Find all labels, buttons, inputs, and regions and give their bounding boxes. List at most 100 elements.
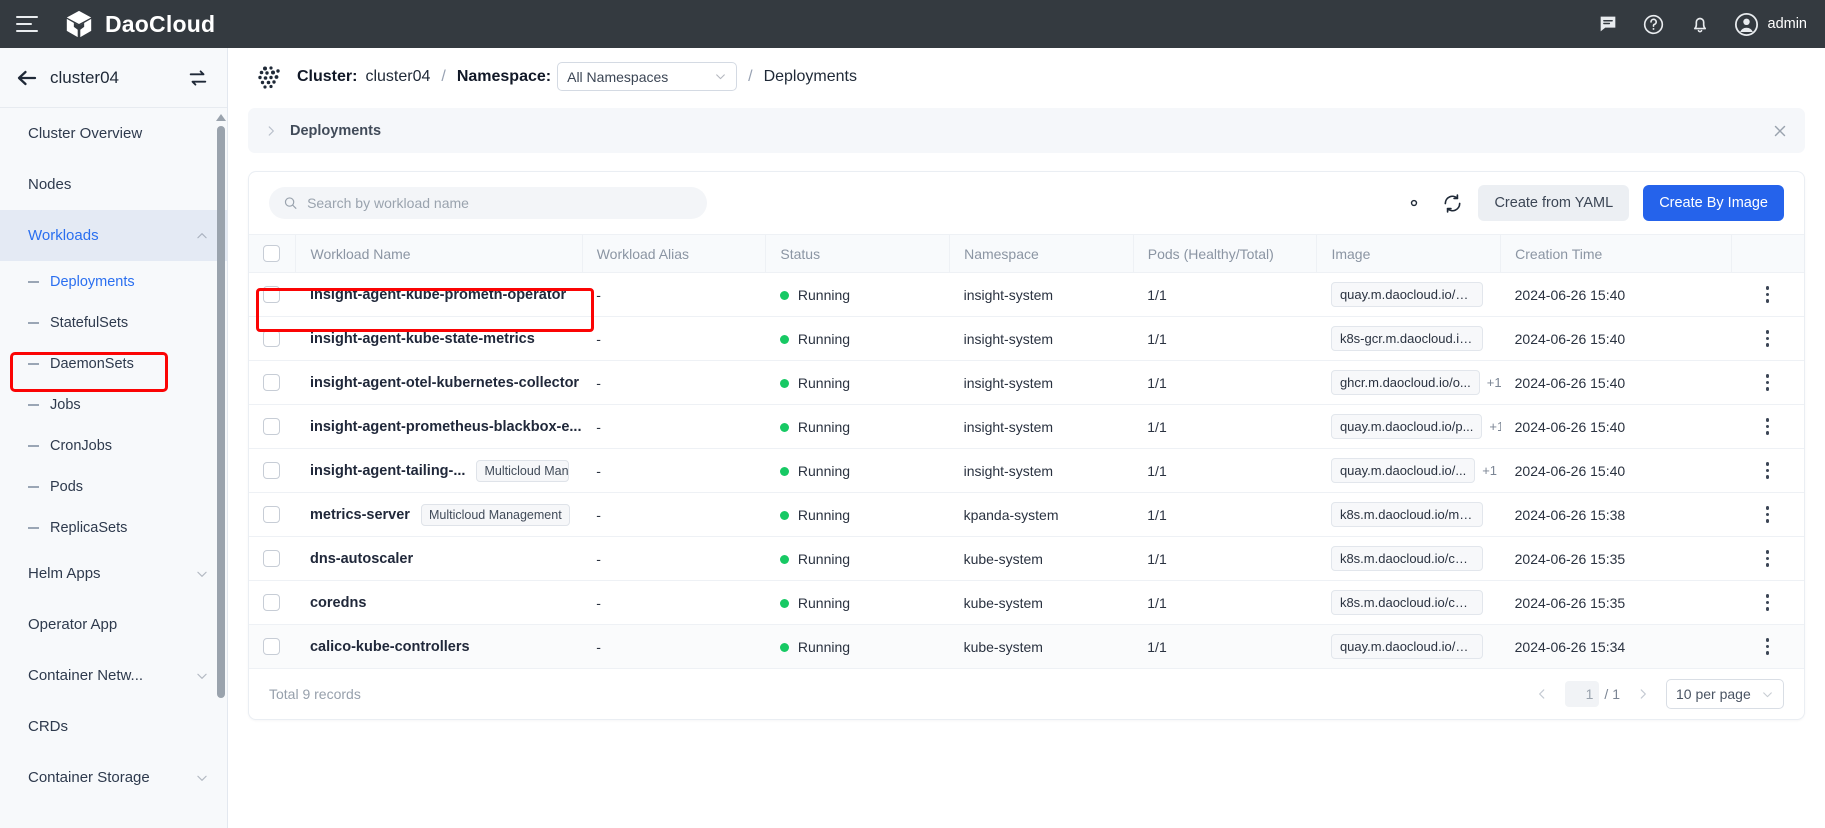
image-chip[interactable]: quay.m.daocloud.io/p...: [1331, 414, 1482, 439]
table-row[interactable]: insight-agent-prometheus-blackbox-e...-R…: [249, 405, 1804, 449]
workload-name-link[interactable]: insight-agent-otel-kubernetes-collector: [310, 375, 579, 391]
row-checkbox[interactable]: [263, 418, 280, 435]
row-select-cell: [249, 625, 296, 669]
sidebar-item-deployments[interactable]: Deployments: [0, 261, 227, 302]
sidebar-item-statefulsets[interactable]: StatefulSets: [0, 302, 227, 343]
chevron-down-icon: [1761, 688, 1774, 701]
column-image[interactable]: Image: [1317, 235, 1501, 273]
kubernetes-cluster-icon: [256, 63, 284, 91]
row-actions-menu-icon[interactable]: [1745, 550, 1790, 567]
image-chip[interactable]: quay.m.daocloud.io/calic...: [1331, 634, 1483, 659]
row-actions-menu-icon[interactable]: [1745, 418, 1790, 435]
sidebar-item-replicasets[interactable]: ReplicaSets: [0, 507, 227, 548]
sidebar-item-jobs[interactable]: Jobs: [0, 384, 227, 425]
row-actions-menu-icon[interactable]: [1745, 374, 1790, 391]
row-checkbox[interactable]: [263, 594, 280, 611]
sidebar-item-container-network[interactable]: Container Netw...: [0, 650, 227, 701]
workload-name-link[interactable]: insight-agent-kube-state-metrics: [310, 331, 535, 347]
sidebar-item-operator-app[interactable]: Operator App: [0, 599, 227, 650]
sidebar-scrollbar[interactable]: [216, 114, 225, 814]
image-chip[interactable]: k8s.m.daocloud.io/cpa/cl...: [1331, 546, 1483, 571]
column-pods[interactable]: Pods (Healthy/Total): [1133, 235, 1317, 273]
row-checkbox[interactable]: [263, 286, 280, 303]
column-creation-time[interactable]: Creation Time: [1501, 235, 1732, 273]
image-chip[interactable]: quay.m.daocloud.io/pro...: [1331, 282, 1483, 307]
workload-name-link[interactable]: insight-agent-prometheus-blackbox-e...: [310, 419, 582, 435]
row-checkbox[interactable]: [263, 638, 280, 655]
sidebar-item-cluster-overview[interactable]: Cluster Overview: [0, 108, 227, 159]
image-chip[interactable]: k8s.m.daocloud.io/cored...: [1331, 590, 1483, 615]
column-namespace[interactable]: Namespace: [950, 235, 1134, 273]
row-actions-menu-icon[interactable]: [1745, 594, 1790, 611]
sidebar-item-crds[interactable]: CRDs: [0, 701, 227, 752]
message-icon[interactable]: [1596, 12, 1620, 36]
select-all-checkbox[interactable]: [263, 245, 280, 262]
row-actions-menu-icon[interactable]: [1745, 286, 1790, 303]
row-actions-menu-icon[interactable]: [1745, 462, 1790, 479]
table-row[interactable]: dns-autoscaler-Runningkube-system1/1k8s.…: [249, 537, 1804, 581]
sidebar-item-daemonsets[interactable]: DaemonSets: [0, 343, 227, 384]
column-workload-name[interactable]: Workload Name: [296, 235, 582, 273]
column-workload-alias[interactable]: Workload Alias: [582, 235, 766, 273]
sidebar-item-workloads[interactable]: Workloads: [0, 210, 227, 261]
row-checkbox[interactable]: [263, 550, 280, 567]
workload-name-link[interactable]: coredns: [310, 595, 366, 611]
namespace-select[interactable]: All Namespaces: [557, 62, 737, 91]
create-from-yaml-button[interactable]: Create from YAML: [1478, 185, 1629, 221]
status-label: Running: [798, 419, 850, 435]
workload-name-link[interactable]: calico-kube-controllers: [310, 639, 470, 655]
create-by-image-button[interactable]: Create By Image: [1643, 185, 1784, 221]
table-row[interactable]: coredns-Runningkube-system1/1k8s.m.daocl…: [249, 581, 1804, 625]
row-actions-menu-icon[interactable]: [1745, 330, 1790, 347]
table-row[interactable]: insight-agent-kube-prometh-operator-Runn…: [249, 273, 1804, 317]
user-menu[interactable]: admin: [1734, 12, 1808, 37]
scroll-up-arrow-icon[interactable]: [216, 114, 226, 121]
table-row[interactable]: insight-agent-kube-state-metrics-Running…: [249, 317, 1804, 361]
hamburger-menu-icon[interactable]: [16, 16, 38, 32]
image-chip[interactable]: k8s-gcr.m.daocloud.io/k...: [1331, 326, 1483, 351]
bell-icon[interactable]: [1688, 12, 1712, 36]
back-arrow-icon[interactable]: [14, 66, 40, 90]
column-status[interactable]: Status: [766, 235, 950, 273]
status-dot-icon: [780, 555, 789, 564]
search-box[interactable]: [269, 187, 707, 219]
sidebar-item-pods[interactable]: Pods: [0, 466, 227, 507]
refresh-icon[interactable]: [1440, 191, 1464, 215]
cell-creation-time: 2024-06-26 15:40: [1501, 361, 1732, 405]
gear-icon[interactable]: [1402, 191, 1426, 215]
row-checkbox[interactable]: [263, 374, 280, 391]
workload-name-link[interactable]: insight-agent-tailing-...: [310, 463, 465, 479]
sidebar-item-helm-apps[interactable]: Helm Apps: [0, 548, 227, 599]
table-row[interactable]: metrics-serverMulticloud Management-Runn…: [249, 493, 1804, 537]
brand-logo-area[interactable]: DaoCloud: [64, 9, 215, 39]
switch-cluster-icon[interactable]: [187, 67, 209, 89]
deployments-table-card: Create from YAML Create By Image Workloa…: [248, 171, 1805, 720]
help-icon[interactable]: [1642, 12, 1666, 36]
breadcrumb-cluster-value[interactable]: cluster04: [365, 68, 430, 86]
search-input[interactable]: [307, 195, 693, 211]
workload-name-link[interactable]: insight-agent-kube-prometh-operator: [310, 287, 566, 303]
image-chip[interactable]: ghcr.m.daocloud.io/o...: [1331, 370, 1480, 395]
scrollbar-thumb[interactable]: [217, 126, 225, 698]
table-row[interactable]: calico-kube-controllers-Runningkube-syst…: [249, 625, 1804, 669]
sidebar-item-container-storage[interactable]: Container Storage: [0, 752, 227, 803]
row-checkbox[interactable]: [263, 506, 280, 523]
table-row[interactable]: insight-agent-tailing-...Multicloud Mana…: [249, 449, 1804, 493]
image-chip[interactable]: k8s.m.daocloud.io/metri...: [1331, 502, 1483, 527]
sidebar-item-nodes[interactable]: Nodes: [0, 159, 227, 210]
workload-name-link[interactable]: metrics-server: [310, 507, 410, 523]
prev-page-button[interactable]: [1533, 685, 1551, 703]
table-row[interactable]: insight-agent-otel-kubernetes-collector-…: [249, 361, 1804, 405]
chevron-right-icon[interactable]: [264, 124, 278, 138]
close-icon[interactable]: [1771, 122, 1789, 140]
row-actions-menu-icon[interactable]: [1745, 638, 1790, 655]
workload-name-link[interactable]: dns-autoscaler: [310, 551, 413, 567]
row-actions-menu-icon[interactable]: [1745, 506, 1790, 523]
per-page-select[interactable]: 10 per page: [1666, 679, 1784, 709]
next-page-button[interactable]: [1634, 685, 1652, 703]
image-chip[interactable]: quay.m.daocloud.io/...: [1331, 458, 1475, 483]
row-checkbox[interactable]: [263, 462, 280, 479]
row-checkbox[interactable]: [263, 330, 280, 347]
sidebar-item-cronjobs[interactable]: CronJobs: [0, 425, 227, 466]
page-number-input[interactable]: 1: [1565, 681, 1599, 707]
